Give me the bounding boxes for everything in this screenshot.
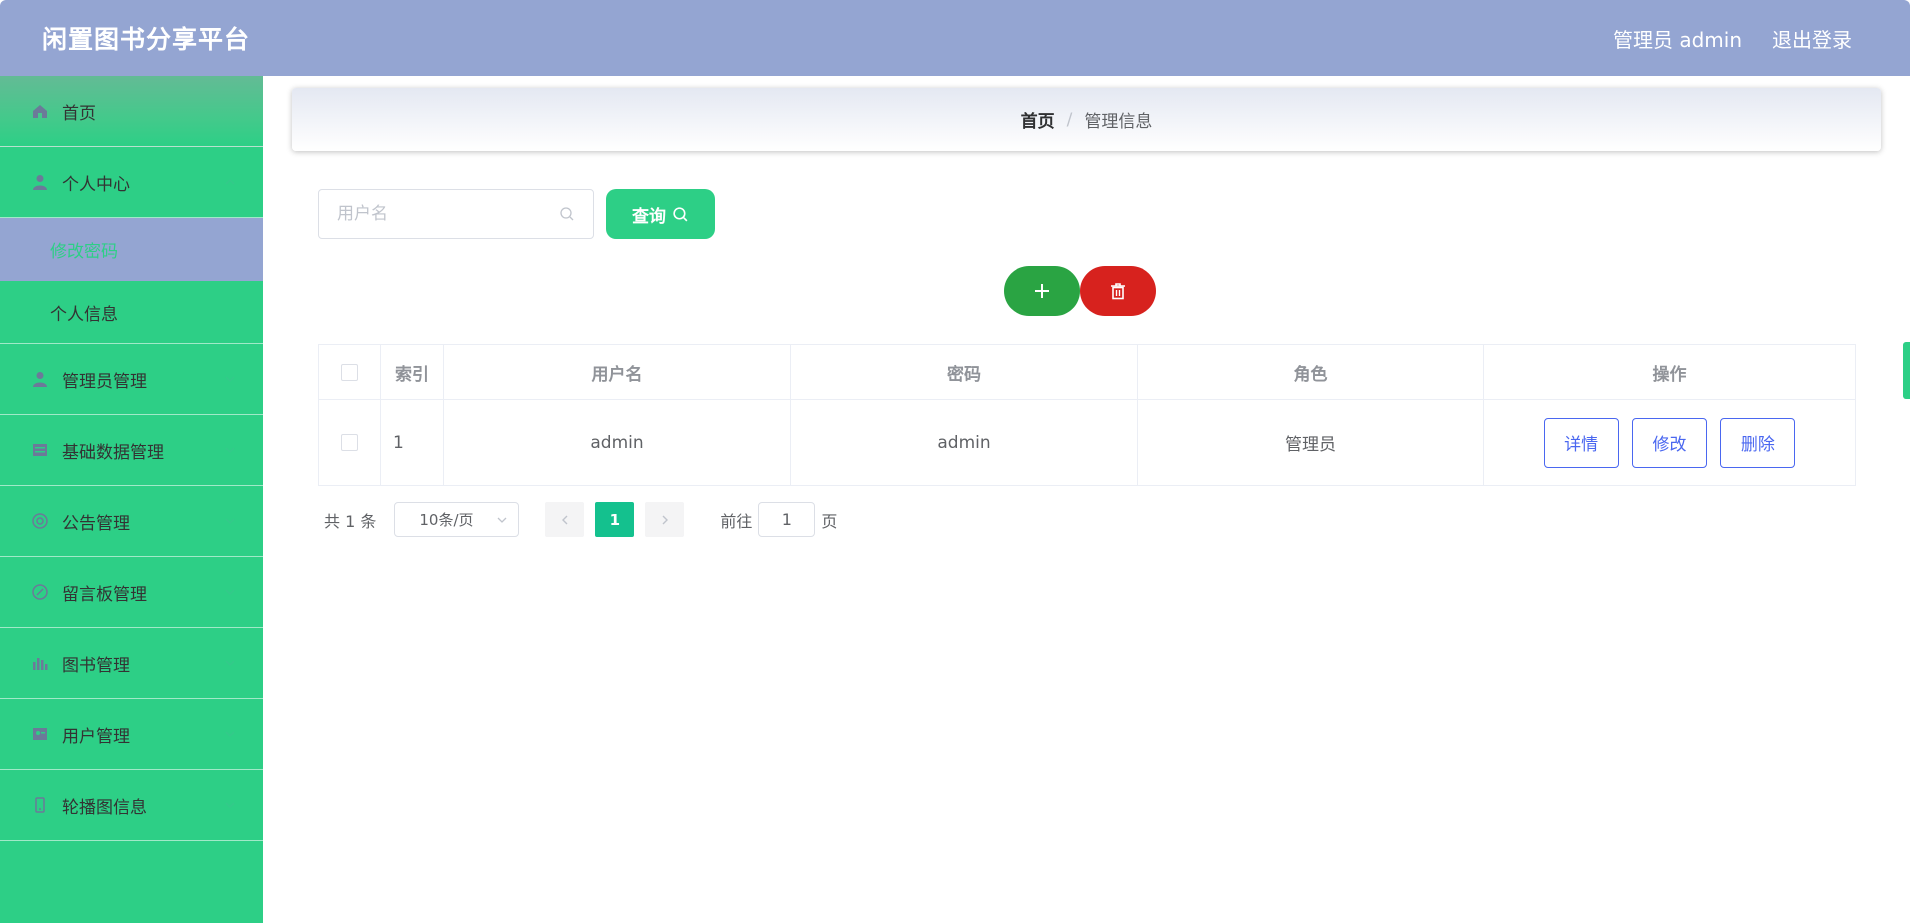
side-scroll-handle[interactable] [1903,342,1910,399]
sidebar-item-admin-management[interactable]: 管理员管理 [0,344,263,415]
chevron-right-icon [662,515,668,524]
cell-password: admin [790,399,1138,486]
cell-actions: 详情 修改 删除 [1483,399,1856,486]
column-header-password: 密码 [790,344,1138,400]
trash-icon [1111,283,1125,300]
add-button[interactable] [1004,266,1080,316]
cell-index: 1 [380,399,444,486]
home-icon [30,101,50,121]
edit-button[interactable]: 修改 [1632,417,1707,468]
chart-icon [30,653,50,673]
sidebar-item-label: 个人中心 [62,174,130,195]
row-select-cell [318,399,381,486]
delete-button[interactable]: 删除 [1720,417,1796,468]
sidebar-item-label: 首页 [62,103,96,124]
sidebar-item-carousel[interactable]: 轮播图信息 [0,770,263,841]
cell-username: admin [443,399,791,486]
sidebar-item-books[interactable]: 图书管理 [0,628,263,699]
column-header-index: 索引 [380,344,444,400]
chevron-down-icon [225,376,235,383]
column-header-username: 用户名 [443,344,791,400]
sidebar-item-users[interactable]: 用户管理 [0,699,263,770]
pagination-total: 共 1 条 [324,511,377,531]
image-icon [30,795,50,815]
sidebar-item-message-board[interactable]: 留言板管理 [0,557,263,628]
chevron-left-icon [561,515,568,524]
search-icon [560,207,574,221]
query-button-label: 查询 [632,206,666,226]
chevron-down-icon [225,731,235,738]
table-icon [30,440,50,460]
breadcrumb-home-link[interactable]: 首页 [1021,107,1055,132]
chevron-down-icon [225,518,235,525]
page-number-current[interactable]: 1 [595,502,635,537]
select-all-cell [318,344,381,400]
top-header: 闲置图书分享平台 管理员 admin 退出登录 [0,0,1910,76]
page-size-value: 10条/页 [419,511,474,529]
chevron-up-icon [225,178,235,185]
batch-delete-button[interactable] [1080,266,1156,316]
search-input[interactable] [337,204,559,224]
goto-suffix: 页 [821,511,838,531]
goto-page-input[interactable] [758,502,816,537]
next-page-button[interactable] [645,502,685,537]
chevron-down-icon [225,660,235,667]
detail-button[interactable]: 详情 [1543,417,1619,468]
message-icon [30,582,50,602]
logout-button[interactable]: 退出登录 [1772,24,1852,53]
prev-page-button[interactable] [545,502,585,537]
breadcrumb-current: 管理信息 [1084,112,1153,132]
query-button[interactable]: 查询 [606,189,715,239]
search-field [318,189,594,239]
admin-table: 索引 用户名 密码 角色 操作 1 admin admin 管理员 详情 修改 … [318,344,1856,486]
sidebar-subitem-personal-info[interactable]: 个人信息 [0,281,263,344]
sidebar-item-home[interactable]: 首页 [0,76,263,147]
search-icon [673,206,688,221]
sidebar-item-label: 用户管理 [62,726,130,747]
user-icon [30,172,50,192]
pagination: 共 1 条 10条/页 1 前往 页 [324,502,837,537]
sidebar-subitem-change-password[interactable]: 修改密码 [0,218,263,281]
row-checkbox[interactable] [341,434,358,451]
chevron-down-icon [225,447,235,454]
page-size-select[interactable]: 10条/页 [394,502,520,537]
sidebar-item-label: 图书管理 [62,655,130,676]
table-header-row: 索引 用户名 密码 角色 操作 [318,344,1856,400]
sidebar-item-label: 留言板管理 [62,584,147,605]
notice-icon [30,511,50,531]
sidebar-item-notice[interactable]: 公告管理 [0,486,263,557]
sidebar: 首页 个人中心 修改密码 个人信息 管理员管理 基础数据管理 公告管理 留言板管… [0,76,263,923]
chevron-down-icon [225,589,235,596]
goto-prefix: 前往 [720,511,753,531]
column-header-actions: 操作 [1483,344,1856,400]
user-icon [30,369,50,389]
cell-role: 管理员 [1137,399,1484,486]
chevron-down-icon [225,802,235,809]
app-title: 闲置图书分享平台 [42,25,251,54]
table-row: 1 admin admin 管理员 详情 修改 删除 [318,399,1856,486]
sidebar-item-label: 轮播图信息 [62,797,147,818]
column-header-role: 角色 [1137,344,1484,400]
sidebar-item-personal-center[interactable]: 个人中心 [0,147,263,218]
plus-icon [1035,284,1049,298]
current-user-label: 管理员 admin [1612,27,1742,52]
header-user-area: 管理员 admin 退出登录 [1613,24,1852,53]
users-icon [30,724,50,744]
chevron-down-icon [497,517,507,523]
sidebar-item-label: 公告管理 [62,513,130,534]
breadcrumb: 首页 / 管理信息 [292,88,1881,151]
breadcrumb-separator: / [1066,109,1073,130]
sidebar-item-base-data[interactable]: 基础数据管理 [0,415,263,486]
sidebar-item-label: 基础数据管理 [62,442,164,463]
sidebar-item-label: 管理员管理 [62,371,147,392]
select-all-checkbox[interactable] [341,363,358,381]
